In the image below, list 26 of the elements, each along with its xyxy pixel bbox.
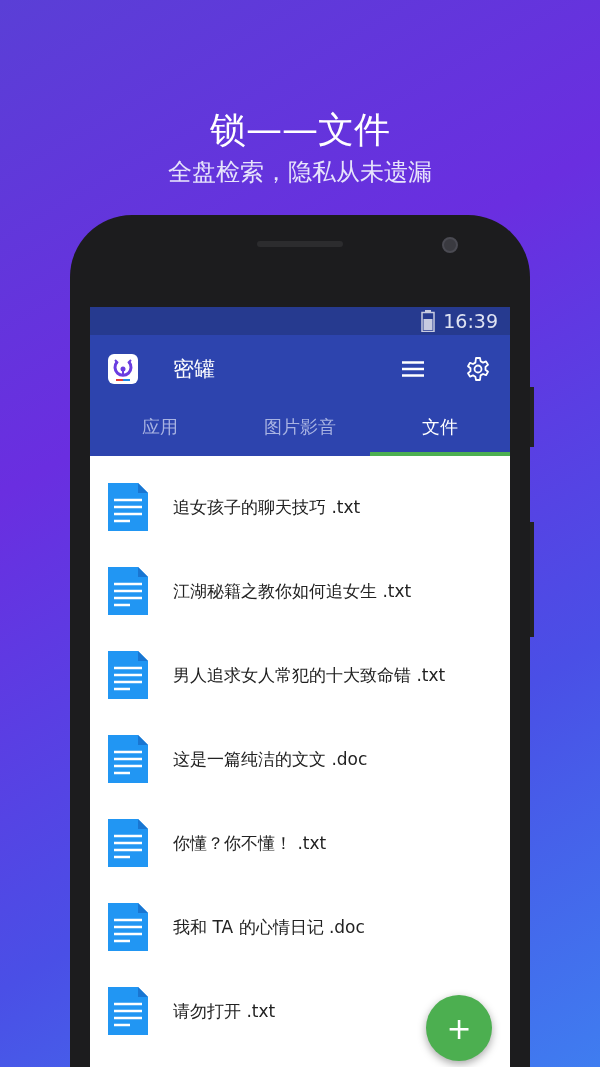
document-icon xyxy=(108,735,148,783)
app-title: 密罐 xyxy=(173,355,215,383)
document-icon xyxy=(108,903,148,951)
document-icon xyxy=(108,651,148,699)
settings-icon[interactable] xyxy=(466,356,490,381)
file-name[interactable]: 我和 TA 的心情日记 .doc xyxy=(173,915,365,939)
menu-icon[interactable] xyxy=(402,360,424,377)
tab[interactable]: 文件 xyxy=(370,402,510,456)
document-icon xyxy=(108,987,148,1035)
app-logo-icon xyxy=(108,353,138,384)
file-name[interactable]: 江湖秘籍之教你如何追女生 .txt xyxy=(173,579,412,603)
battery-icon xyxy=(421,310,436,332)
file-name[interactable]: 男人追求女人常犯的十大致命错 .txt xyxy=(173,663,446,687)
tab[interactable]: 应用 xyxy=(90,402,230,456)
camera-lens xyxy=(442,237,458,253)
status-time: 16:39 xyxy=(443,310,498,332)
file-name[interactable]: 你懂？你不懂！ .txt xyxy=(173,831,327,855)
headline: 锁——文件 xyxy=(210,108,390,152)
document-icon xyxy=(108,567,148,615)
document-icon xyxy=(108,819,148,867)
document-icon xyxy=(108,483,148,531)
subtitle: 全盘检索，隐私从未遗漏 xyxy=(168,157,432,188)
tab[interactable]: 图片影音 xyxy=(230,402,370,456)
file-name[interactable]: 请勿打开 .txt xyxy=(173,999,276,1023)
file-name[interactable]: 追女孩子的聊天技巧 .txt xyxy=(173,495,361,519)
file-name[interactable]: 这是一篇纯洁的文文 .doc xyxy=(173,747,368,771)
